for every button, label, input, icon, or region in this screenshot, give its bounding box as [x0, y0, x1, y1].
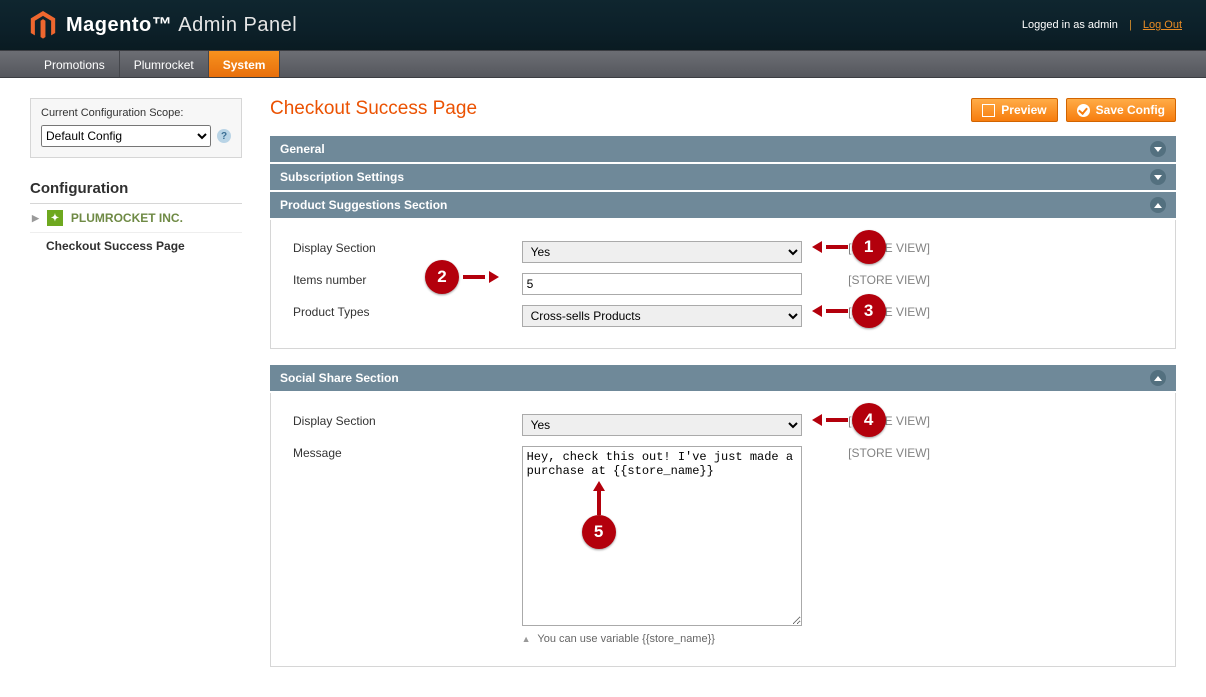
admin-header: Magento™ Admin Panel Logged in as admin … — [0, 0, 1206, 50]
label-items-number: Items number — [293, 273, 366, 287]
input-items-number[interactable] — [522, 273, 802, 295]
scope-store-view: [STORE VIEW] — [848, 268, 1153, 300]
logout-link[interactable]: Log Out — [1143, 19, 1182, 31]
section-general-title: General — [280, 142, 325, 156]
plumrocket-icon: ✦ — [47, 210, 63, 226]
nav-item-promotions[interactable]: Promotions — [30, 51, 120, 77]
help-icon[interactable]: ? — [217, 129, 231, 143]
scope-store-view: [STORE VIEW] — [848, 300, 1153, 332]
preview-button[interactable]: Preview — [971, 98, 1057, 122]
chevron-down-icon — [1150, 169, 1166, 185]
preview-icon — [982, 104, 995, 117]
select-product-types[interactable]: Cross-sells Products — [522, 305, 802, 327]
magento-logo-icon — [30, 11, 56, 39]
config-scope-select[interactable]: Default Config — [41, 125, 211, 147]
page-title: Checkout Success Page — [270, 98, 477, 120]
chevron-up-icon — [1150, 370, 1166, 386]
preview-button-label: Preview — [1001, 103, 1046, 117]
label-display-section: Display Section — [293, 236, 522, 268]
chevron-right-icon: ▶ — [32, 213, 39, 224]
main-nav: Promotions Plumrocket System — [0, 50, 1206, 78]
scope-store-view: [STORE VIEW] — [848, 441, 1153, 650]
message-note: ▲ You can use variable {{store_name}} — [522, 633, 849, 645]
logged-in-text: Logged in as admin — [1022, 19, 1118, 31]
chevron-up-icon — [1150, 197, 1166, 213]
header-right: Logged in as admin | Log Out — [1022, 19, 1182, 31]
nav-item-system[interactable]: System — [209, 51, 281, 77]
scope-store-view: [STORE VIEW] — [848, 409, 1153, 441]
label-display-section-ss: Display Section — [293, 409, 522, 441]
triangle-icon: ▲ — [522, 634, 531, 644]
section-subscription-settings[interactable]: Subscription Settings — [270, 164, 1176, 190]
save-config-button[interactable]: Save Config — [1066, 98, 1176, 122]
textarea-message[interactable]: Hey, check this out! I've just made a pu… — [522, 446, 802, 626]
section-social-share-body: Display Section Yes 4 [STORE VIEW] — [270, 393, 1176, 667]
content-header: Checkout Success Page Preview Save Confi… — [270, 98, 1176, 122]
brand-sub: Admin Panel — [178, 14, 297, 36]
section-general[interactable]: General — [270, 136, 1176, 162]
save-config-button-label: Save Config — [1096, 103, 1165, 117]
section-social-share[interactable]: Social Share Section — [270, 365, 1176, 391]
select-display-section-ps[interactable]: Yes — [522, 241, 802, 263]
sidebar-header-configuration: Configuration — [30, 168, 242, 204]
message-note-text: You can use variable {{store_name}} — [537, 633, 715, 645]
scope-store-view: [STORE VIEW] — [848, 236, 1153, 268]
sidebar-vendor-plumrocket[interactable]: ▶ ✦ PLUMROCKET INC. — [30, 204, 242, 233]
section-product-suggestions-title: Product Suggestions Section — [280, 198, 447, 212]
select-display-section-ss[interactable]: Yes — [522, 414, 802, 436]
section-social-share-title: Social Share Section — [280, 371, 399, 385]
label-message: Message — [293, 441, 522, 650]
config-scope-label: Current Configuration Scope: — [41, 107, 231, 119]
section-product-suggestions[interactable]: Product Suggestions Section — [270, 192, 1176, 218]
chevron-down-icon — [1150, 141, 1166, 157]
sidebar: Current Configuration Scope: Default Con… — [30, 98, 242, 667]
config-scope-box: Current Configuration Scope: Default Con… — [30, 98, 242, 158]
sidebar-item-checkout-success[interactable]: Checkout Success Page — [30, 233, 242, 259]
sidebar-vendor-label: PLUMROCKET INC. — [71, 211, 183, 225]
nav-item-plumrocket[interactable]: Plumrocket — [120, 51, 209, 77]
content-area: Checkout Success Page Preview Save Confi… — [270, 98, 1176, 667]
check-icon — [1077, 104, 1090, 117]
magento-logo: Magento™ Admin Panel — [30, 11, 297, 39]
label-product-types: Product Types — [293, 300, 522, 332]
brand-main: Magento — [66, 14, 152, 36]
section-product-suggestions-body: Display Section Yes 1 [STORE VIEW] — [270, 220, 1176, 349]
section-subscription-title: Subscription Settings — [280, 170, 404, 184]
